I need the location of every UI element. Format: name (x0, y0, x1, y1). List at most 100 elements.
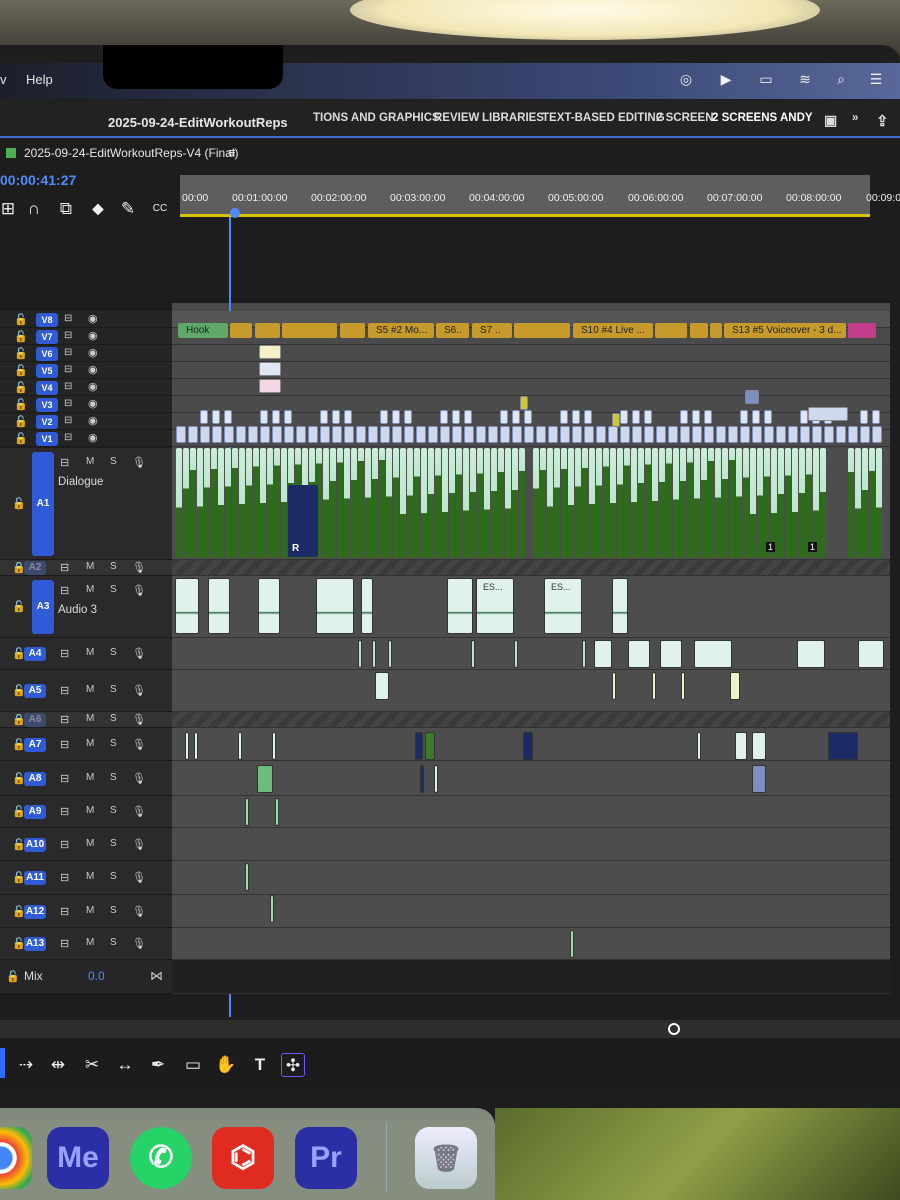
mute-button[interactable]: M (86, 838, 94, 849)
trash-app-icon[interactable]: 🗑 (415, 1127, 477, 1189)
sync-lock-icon[interactable]: ⊟ (60, 838, 69, 851)
audio-clip[interactable] (828, 732, 858, 760)
remix-tool-icon[interactable]: ✣ (281, 1053, 305, 1077)
workspace-tab-2-screen[interactable]: 2 SCREEN (656, 112, 714, 124)
audio-track-name[interactable]: A3 (32, 580, 54, 634)
audio-clip[interactable] (358, 640, 362, 668)
dialogue-audio-clip[interactable] (491, 448, 497, 558)
sync-lock-icon[interactable]: ⊟ (60, 871, 69, 884)
audio-clip[interactable] (425, 732, 435, 760)
video-track-name[interactable]: V6 (36, 347, 58, 361)
video-clip[interactable] (272, 410, 280, 424)
dialogue-audio-clip[interactable] (498, 448, 504, 558)
audio-clip[interactable] (797, 640, 825, 668)
sync-lock-icon[interactable]: ⊟ (60, 713, 69, 726)
dialogue-audio-clip[interactable] (442, 448, 448, 558)
sequence-marker-clip[interactable]: S10 #4 Live ... (573, 323, 653, 338)
sync-lock-icon[interactable]: ⊟ (64, 364, 72, 375)
audio-clip[interactable] (388, 640, 392, 668)
dialogue-audio-clip[interactable] (652, 448, 658, 558)
video-clip[interactable] (440, 410, 448, 424)
video-clip[interactable] (752, 426, 762, 443)
video-clip[interactable] (680, 426, 690, 443)
audio-lane[interactable] (172, 670, 890, 712)
audio-lane[interactable] (172, 761, 890, 796)
solo-button[interactable]: S (110, 805, 117, 816)
sync-lock-icon[interactable]: ⊟ (60, 456, 69, 469)
sequence-marker-clip[interactable]: S6.. (436, 323, 469, 338)
audio-lane[interactable] (172, 638, 890, 670)
hand-tool-icon[interactable]: ✋ (214, 1053, 238, 1077)
whatsapp-app-icon[interactable]: ✆ (130, 1127, 192, 1189)
linked-selection-icon[interactable]: ⧉ (54, 197, 78, 221)
sync-lock-icon[interactable]: ⊟ (60, 772, 69, 785)
dialogue-audio-clip[interactable] (407, 448, 413, 558)
eye-toggle-icon[interactable]: ◉ (88, 329, 98, 342)
video-clip[interactable] (872, 426, 882, 443)
video-clip[interactable] (512, 426, 522, 443)
dialogue-audio-clip[interactable] (253, 448, 259, 558)
dialogue-audio-clip[interactable] (694, 448, 700, 558)
lock-icon[interactable]: 🔓 (14, 364, 28, 377)
audio-3-clip[interactable] (316, 578, 354, 634)
video-clip[interactable] (344, 426, 354, 443)
video-clip[interactable] (524, 426, 534, 443)
dialogue-audio-clip[interactable] (512, 448, 518, 558)
audio-clip[interactable] (471, 640, 475, 668)
menu-item-view[interactable]: v (0, 72, 7, 87)
audio-clip[interactable] (420, 765, 424, 793)
acrobat-app-icon[interactable]: ⌬ (212, 1127, 274, 1189)
audio-lane[interactable] (172, 861, 890, 895)
audio-clip[interactable] (582, 640, 586, 668)
dialogue-audio-clip[interactable] (750, 448, 756, 558)
video-clip[interactable] (716, 426, 726, 443)
dialogue-audio-clip[interactable] (701, 448, 707, 558)
voiceover-mic-icon[interactable]: 🎙 (132, 738, 146, 751)
sync-lock-icon[interactable]: ⊟ (60, 584, 69, 597)
audio-clip[interactable] (514, 640, 518, 668)
video-clip[interactable] (320, 426, 330, 443)
video-clip[interactable] (308, 426, 318, 443)
sequence-marker-clip[interactable]: S5 #2 Mo... (368, 323, 434, 338)
audio-clip[interactable] (858, 640, 884, 668)
audio-track-name[interactable]: A9 (24, 805, 46, 819)
sequence-marker-clip[interactable] (848, 323, 876, 338)
graphic-clip[interactable] (808, 407, 848, 421)
video-clip[interactable] (824, 426, 834, 443)
sync-lock-icon[interactable]: ⊟ (64, 381, 72, 392)
voiceover-mic-icon[interactable]: 🎙 (132, 684, 146, 697)
audio-track-name[interactable]: A4 (24, 647, 46, 661)
solo-button[interactable]: S (110, 871, 117, 882)
mix-volume-value[interactable]: 0.0 (88, 969, 105, 983)
dialogue-audio-clip[interactable] (421, 448, 427, 558)
lock-icon[interactable]: 🔓 (14, 415, 28, 428)
video-clip[interactable] (500, 410, 508, 424)
graphic-clip[interactable] (259, 379, 281, 393)
graphic-clip[interactable] (612, 413, 620, 427)
audio-3-clip[interactable] (208, 578, 230, 634)
voiceover-mic-icon[interactable]: 🎙 (132, 871, 146, 884)
video-track-name[interactable]: V5 (36, 364, 58, 378)
rectangle-tool-icon[interactable]: ▭ (181, 1053, 205, 1077)
dialogue-audio-clip[interactable] (260, 448, 266, 558)
dialogue-audio-clip[interactable] (792, 448, 798, 558)
audio-clip[interactable] (257, 765, 273, 793)
video-clip[interactable] (584, 410, 592, 424)
video-clip[interactable] (224, 410, 232, 424)
dialogue-audio-clip[interactable] (225, 448, 231, 558)
video-clip[interactable] (800, 426, 810, 443)
video-clip[interactable] (800, 410, 808, 424)
audio-clip[interactable] (594, 640, 612, 668)
sequence-marker-clip[interactable] (282, 323, 337, 338)
workspace-tab-2-screens-andy[interactable]: 2 SCREENS ANDY (712, 112, 813, 124)
video-clip[interactable] (560, 410, 568, 424)
dialogue-audio-clip[interactable] (729, 448, 735, 558)
audio-clip[interactable] (697, 732, 701, 760)
audio-3-clip[interactable] (258, 578, 280, 634)
dialogue-audio-clip[interactable] (624, 448, 630, 558)
video-clip[interactable] (512, 410, 520, 424)
audio-clip[interactable] (434, 765, 438, 793)
voiceover-mic-icon[interactable]: 🎙 (132, 561, 146, 574)
dialogue-audio-clip[interactable] (351, 448, 357, 558)
audio-lane[interactable] (172, 712, 890, 728)
